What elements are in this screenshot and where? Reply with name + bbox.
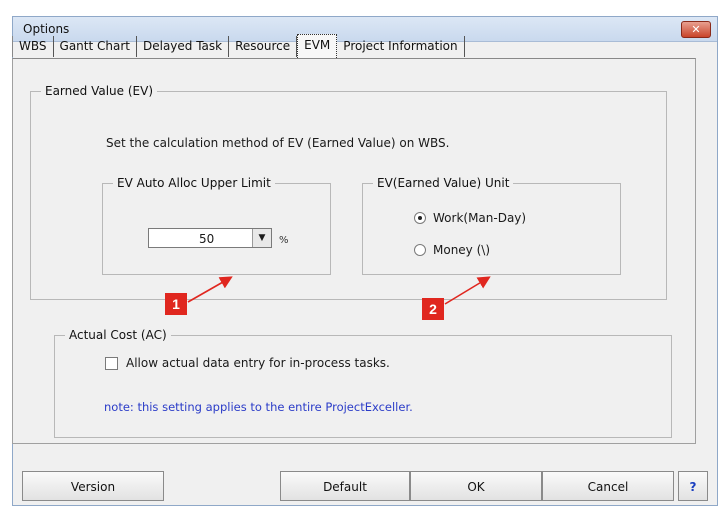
callout-1-arrow — [187, 276, 233, 303]
callout-badge-1: 1 — [165, 293, 187, 315]
callout-2-arrow — [444, 276, 491, 305]
callout-arrows — [187, 276, 491, 305]
callout-badge-2: 2 — [422, 298, 444, 320]
